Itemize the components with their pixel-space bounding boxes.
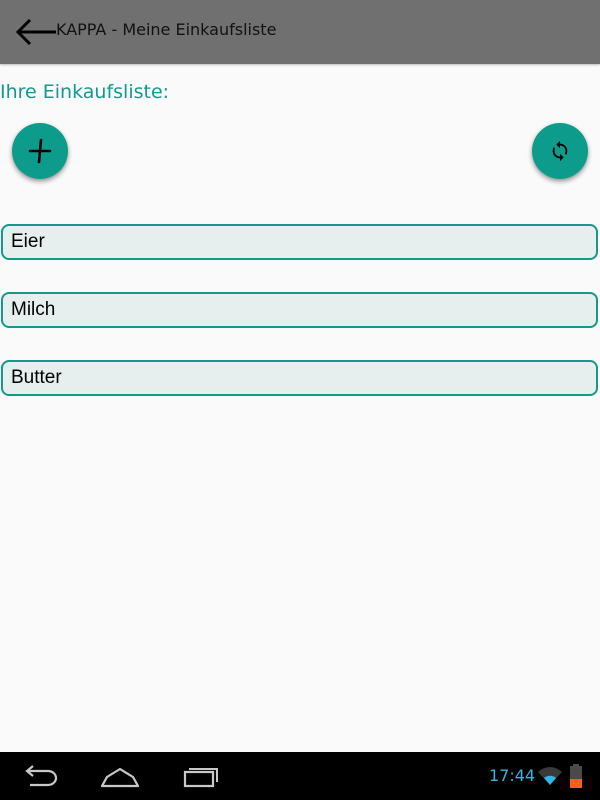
list-item-label: Milch	[11, 299, 56, 320]
system-nav-bar: 17:44	[0, 752, 600, 800]
wifi-icon	[538, 767, 562, 785]
list-item-label: Eier	[11, 231, 45, 252]
nav-back-button[interactable]	[20, 762, 60, 790]
app-bar: KAPPA - Meine Einkaufsliste	[0, 0, 600, 64]
nav-home-icon	[100, 767, 140, 788]
refresh-icon	[552, 140, 568, 162]
nav-back-icon	[25, 765, 58, 787]
list-item[interactable]: Eier	[1, 224, 598, 260]
back-arrow-icon	[15, 18, 56, 46]
plus-icon	[28, 138, 52, 164]
nav-recents-icon	[183, 768, 218, 788]
list-item-label: Butter	[11, 367, 62, 388]
nav-recents-button[interactable]	[182, 762, 222, 790]
status-clock: 17:44	[489, 766, 536, 785]
list-item[interactable]: Milch	[1, 292, 598, 328]
battery-icon	[570, 764, 582, 788]
refresh-button[interactable]	[532, 123, 588, 179]
back-button[interactable]	[14, 16, 58, 48]
add-item-button[interactable]	[12, 123, 68, 179]
nav-home-button[interactable]	[100, 762, 140, 790]
app-title: KAPPA - Meine Einkaufsliste	[56, 20, 277, 39]
list-heading: Ihre Einkaufsliste:	[0, 81, 170, 103]
list-item[interactable]: Butter	[1, 360, 598, 396]
